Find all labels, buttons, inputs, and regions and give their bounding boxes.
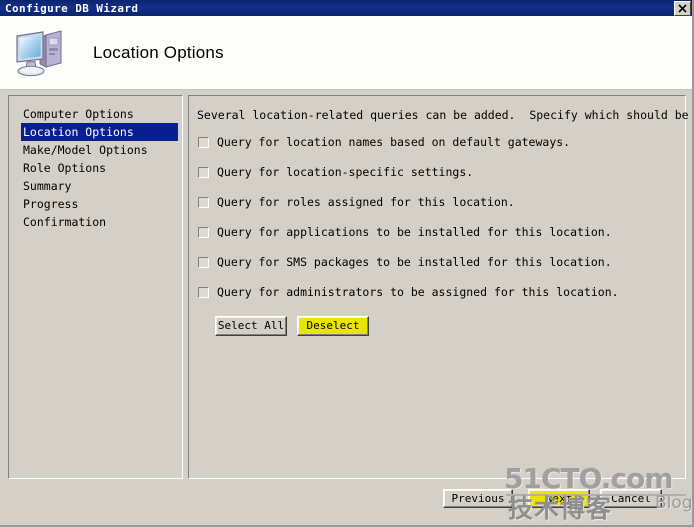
title-bar[interactable]: Configure DB Wizard bbox=[0, 0, 694, 16]
query-options-list: Query for location names based on defaul… bbox=[198, 136, 619, 316]
wizard-step-sidebar: Computer Options Location Options Make/M… bbox=[8, 95, 183, 479]
checkbox-label-location-specific-settings: Query for location-specific settings. bbox=[217, 165, 474, 179]
next-button[interactable]: Next bbox=[528, 489, 590, 508]
checkbox-location-specific-settings[interactable] bbox=[198, 167, 209, 178]
checkbox-location-names[interactable] bbox=[198, 137, 209, 148]
selection-button-group: Select All Deselect bbox=[215, 316, 369, 336]
sidebar-item-location-options[interactable]: Location Options bbox=[21, 123, 178, 141]
computer-workstation-icon bbox=[13, 26, 71, 81]
checkbox-label-roles-assigned: Query for roles assigned for this locati… bbox=[217, 195, 515, 209]
checkbox-label-sms-packages: Query for SMS packages to be installed f… bbox=[217, 255, 612, 269]
close-button[interactable] bbox=[674, 0, 691, 16]
sidebar-list: Computer Options Location Options Make/M… bbox=[9, 96, 182, 231]
checkbox-applications[interactable] bbox=[198, 227, 209, 238]
checkbox-sms-packages[interactable] bbox=[198, 257, 209, 268]
checkbox-row-applications[interactable]: Query for applications to be installed f… bbox=[198, 226, 619, 256]
cancel-button[interactable]: Cancel bbox=[600, 489, 662, 508]
checkbox-label-applications: Query for applications to be installed f… bbox=[217, 225, 612, 239]
sidebar-item-summary[interactable]: Summary bbox=[21, 177, 180, 195]
checkbox-row-roles-assigned[interactable]: Query for roles assigned for this locati… bbox=[198, 196, 619, 226]
checkbox-label-location-names: Query for location names based on defaul… bbox=[217, 135, 571, 149]
close-icon bbox=[678, 3, 687, 13]
checkbox-row-location-names[interactable]: Query for location names based on defaul… bbox=[198, 136, 619, 166]
sidebar-item-role-options[interactable]: Role Options bbox=[21, 159, 180, 177]
sidebar-item-computer-options[interactable]: Computer Options bbox=[21, 105, 180, 123]
configure-db-wizard-window: Configure DB Wizard Location Options Com… bbox=[0, 0, 694, 527]
window-title: Configure DB Wizard bbox=[5, 1, 139, 15]
checkbox-row-sms-packages[interactable]: Query for SMS packages to be installed f… bbox=[198, 256, 619, 286]
sidebar-item-confirmation[interactable]: Confirmation bbox=[21, 213, 180, 231]
previous-button[interactable]: Previous bbox=[443, 489, 513, 508]
select-all-button[interactable]: Select All bbox=[215, 316, 287, 336]
intro-text: Several location-related queries can be … bbox=[197, 108, 689, 122]
checkbox-row-location-specific-settings[interactable]: Query for location-specific settings. bbox=[198, 166, 619, 196]
wizard-footer: Previous Next Cancel bbox=[0, 487, 694, 515]
checkbox-administrators[interactable] bbox=[198, 287, 209, 298]
page-title: Location Options bbox=[93, 42, 224, 62]
wizard-header: Location Options bbox=[0, 16, 694, 90]
wizard-content-panel: Several location-related queries can be … bbox=[188, 95, 689, 479]
sidebar-item-progress[interactable]: Progress bbox=[21, 195, 180, 213]
sidebar-item-make-model-options[interactable]: Make/Model Options bbox=[21, 141, 180, 159]
checkbox-row-administrators[interactable]: Query for administrators to be assigned … bbox=[198, 286, 619, 316]
checkbox-label-administrators: Query for administrators to be assigned … bbox=[217, 285, 619, 299]
deselect-button[interactable]: Deselect bbox=[297, 316, 369, 336]
checkbox-roles-assigned[interactable] bbox=[198, 197, 209, 208]
